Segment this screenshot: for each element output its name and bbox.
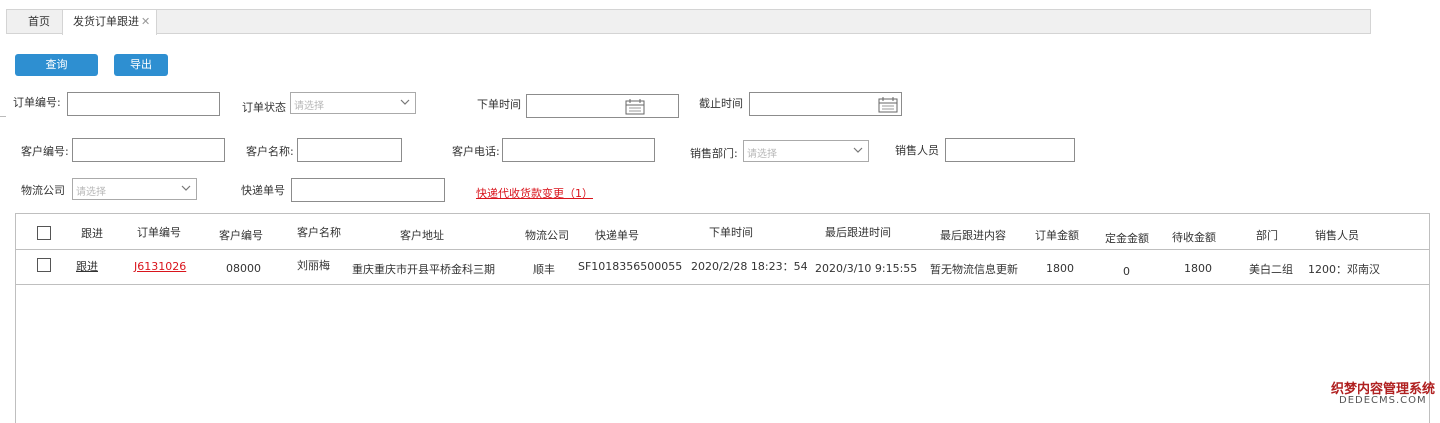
watermark-url: DEDECMS.COM — [1339, 395, 1427, 406]
chevron-down-icon — [853, 147, 863, 153]
column-header: 最后跟进内容 — [940, 229, 1006, 242]
select-all-checkbox[interactable] — [37, 226, 51, 240]
cell-customer-no: 08000 — [226, 262, 261, 275]
export-button[interactable]: 导出 — [114, 54, 168, 76]
column-header: 客户编号 — [219, 229, 263, 242]
cod-change-link[interactable]: 快递代收货款变更（1） — [476, 185, 593, 201]
column-header: 部门 — [1256, 229, 1278, 242]
customer-no-label: 客户编号: — [21, 145, 69, 158]
salesperson-label: 销售人员 — [895, 144, 939, 157]
order-status-placeholder: 请选择 — [294, 101, 324, 112]
column-header: 快递单号 — [595, 229, 639, 242]
column-header: 跟进 — [81, 227, 103, 240]
close-icon[interactable]: ✕ — [141, 10, 150, 34]
cell-dept: 美白二组 — [1249, 263, 1293, 276]
column-header: 物流公司 — [525, 229, 569, 242]
tab-bar: 首页 发货订单跟进 ✕ — [6, 9, 1371, 35]
salesperson-input[interactable] — [945, 138, 1075, 162]
column-header: 定金金额 — [1105, 232, 1149, 245]
order-no-label: 订单编号: — [13, 96, 61, 109]
cell-last-follow-content: 暂无物流信息更新 — [930, 263, 1018, 276]
divider — [0, 116, 6, 117]
order-no-input[interactable] — [67, 92, 220, 116]
cell-deposit: 0 — [1123, 265, 1130, 278]
cell-order-amount: 1800 — [1046, 262, 1074, 275]
column-header: 客户名称 — [297, 226, 341, 239]
calendar-icon[interactable] — [878, 96, 898, 113]
follow-link[interactable]: 跟进 — [76, 260, 98, 274]
customer-phone-input[interactable] — [502, 138, 655, 162]
order-status-label: 订单状态 — [242, 101, 286, 114]
cell-due: 1800 — [1184, 262, 1212, 275]
column-header: 最后跟进时间 — [825, 226, 891, 239]
column-header: 下单时间 — [709, 226, 753, 239]
column-header: 待收金额 — [1172, 231, 1216, 244]
order-table: 跟进 订单编号 客户编号 客户名称 客户地址 物流公司 快递单号 下单时间 最后… — [15, 213, 1430, 423]
column-header: 客户地址 — [400, 229, 444, 242]
column-header: 销售人员 — [1315, 229, 1359, 242]
sales-dept-select[interactable]: 请选择 — [743, 140, 869, 162]
customer-name-input[interactable] — [297, 138, 402, 162]
customer-name-label: 客户名称: — [246, 145, 294, 158]
cell-address: 重庆重庆市开县平桥金科三期 — [352, 263, 495, 276]
order-status-select[interactable]: 请选择 — [290, 92, 416, 114]
sales-dept-placeholder: 请选择 — [747, 149, 777, 160]
cell-logistics: 顺丰 — [533, 263, 555, 276]
query-button[interactable]: 查询 — [15, 54, 98, 76]
column-header: 订单金额 — [1035, 229, 1079, 242]
column-header: 订单编号 — [137, 226, 181, 239]
express-no-label: 快递单号 — [241, 184, 285, 197]
cell-express-no: SF1018356500055 — [578, 260, 683, 273]
header-divider — [16, 249, 1429, 250]
cell-order-time: 2020/2/28 18:23：54 — [691, 260, 808, 273]
row-checkbox[interactable] — [37, 258, 51, 272]
chevron-down-icon — [400, 99, 410, 105]
cell-last-follow-time: 2020/3/10 9:15:55 — [815, 262, 918, 275]
customer-phone-label: 客户电话: — [452, 145, 500, 158]
logistics-select[interactable]: 请选择 — [72, 178, 197, 200]
logistics-placeholder: 请选择 — [76, 187, 106, 198]
cell-customer-name: 刘丽梅 — [297, 259, 330, 272]
tab-shipping-order-follow[interactable]: 发货订单跟进 ✕ — [62, 10, 157, 35]
chevron-down-icon — [181, 185, 191, 191]
tab-label: 发货订单跟进 — [73, 15, 139, 28]
cutoff-time-label: 截止时间 — [699, 97, 743, 110]
order-time-label: 下单时间 — [477, 98, 521, 111]
cell-salesperson: 1200：邓南汉 — [1308, 263, 1380, 276]
order-no-link[interactable]: J6131026 — [134, 260, 186, 274]
logistics-label: 物流公司 — [21, 184, 65, 197]
order-time-input[interactable] — [526, 94, 679, 118]
row-divider — [16, 284, 1429, 285]
cutoff-time-input[interactable] — [749, 92, 902, 116]
express-no-input[interactable] — [291, 178, 445, 202]
calendar-icon[interactable] — [625, 98, 645, 115]
tab-home[interactable]: 首页 — [15, 10, 63, 34]
customer-no-input[interactable] — [72, 138, 225, 162]
sales-dept-label: 销售部门: — [690, 147, 738, 160]
